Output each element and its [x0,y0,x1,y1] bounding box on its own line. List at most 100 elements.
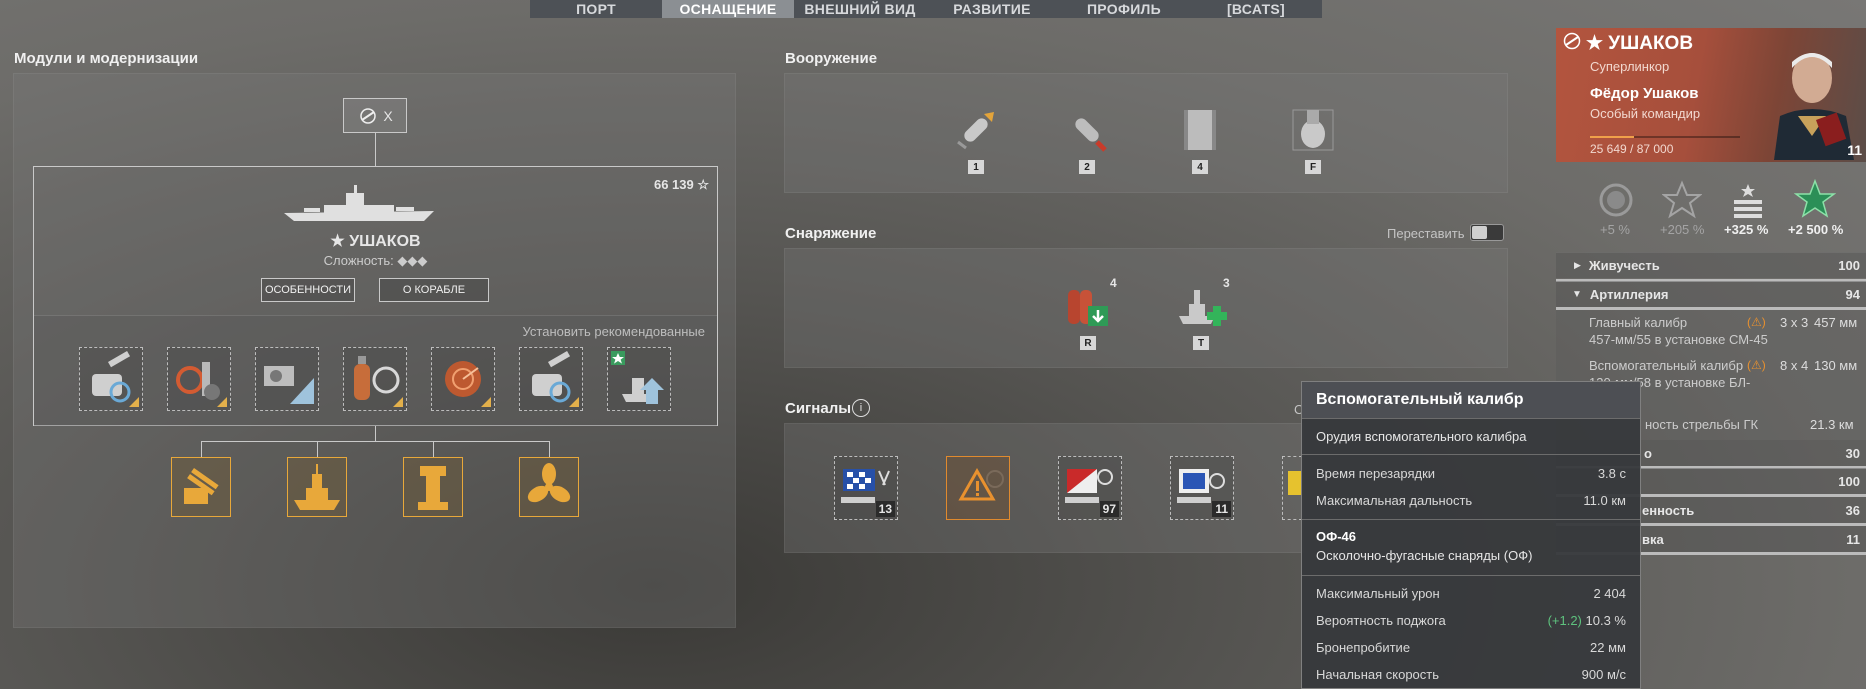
upgrade-slot-3[interactable] [255,347,319,411]
range-label: ность стрельбы ГК [1645,417,1759,432]
consumable-repair-party[interactable]: 3 T [1175,276,1230,350]
upgrade-slot-4[interactable] [343,347,407,411]
tooltip-row-fire: Вероятность поджога (+1.2) 10.3 % [1316,613,1626,628]
ship-class: Суперлинкор [1590,59,1670,74]
commander-xp-fill [1590,136,1635,138]
tier-label: X [383,107,393,124]
tree-connector [433,441,434,457]
signal-warning-icon [958,467,1004,501]
tier-box: X [343,98,407,133]
commander-name: Фёдор Ушаков [1590,85,1699,102]
shell-ap-icon [1075,118,1107,152]
armament-panel [784,73,1508,193]
armament-badge: 2 [1079,160,1095,174]
main-caliber-config: 3 х 3 [1780,315,1809,330]
signal-slot-4[interactable]: 11 [1170,456,1234,520]
tab-equipment[interactable]: ОСНАЩЕНИЕ [662,0,794,18]
upgrade-slot-5[interactable] [431,347,495,411]
armament-he-shell[interactable]: 1 [950,104,1002,174]
difficulty-marks: ◆◆◆ [397,253,428,268]
features-button[interactable]: ОСОБЕННОСТИ [261,278,355,302]
signals-title: Сигналы [785,400,852,417]
damage-control-consumable-icon [1068,290,1108,326]
armament-badge: 1 [968,160,984,174]
tree-connector [375,133,376,166]
commander-xp-icon [1734,184,1762,218]
upgrade-slot-6[interactable] [519,347,583,411]
info-icon[interactable]: i [852,399,870,417]
consumables-panel [784,248,1508,368]
star-green-icon [1794,178,1836,218]
secondary-caliber-config: 8 х 4 [1780,358,1809,373]
armament-ap-shell[interactable]: 2 [1061,104,1113,174]
captain-panel[interactable]: ★ УШАКОВ Суперлинкор Фёдор Ушаков Особый… [1556,28,1866,162]
stat-value: 36 [1845,502,1860,518]
tooltip-row-velocity: Начальная скорость 900 м/с [1316,667,1626,682]
guns-module-icon [184,468,219,504]
tree-connector [375,426,376,441]
signal-slot-3[interactable]: 97 [1058,456,1122,520]
tab-clan[interactable]: [ВСАТS] [1190,0,1322,18]
tooltip-row-range: Максимальная дальность 11.0 км [1316,493,1626,508]
fire-bonus: (+1.2) [1547,613,1582,628]
tooltip-title: Вспомогательный калибр [1316,391,1524,408]
tab-development[interactable]: РАЗВИТИЕ [926,0,1058,18]
stat-value: 100 [1838,473,1860,489]
bonus-commander-xp: +325 % [1724,222,1769,237]
top-nav: ПОРТ ОСНАЩЕНИЕ ВНЕШНИЙ ВИД РАЗВИТИЕ ПРОФ… [530,0,1322,18]
commander-xp: 25 649 / 87 000 [1590,142,1674,156]
armament-badge: F [1305,160,1321,174]
stat-label: Живучесть [1588,258,1660,273]
hull-module-icon [294,464,340,510]
stat-artillery[interactable]: ▼ Артиллерия 94 [1556,281,1866,307]
consumable-count: 4 [1110,276,1117,290]
upgrade-slot-2[interactable] [167,347,231,411]
tree-connector [549,441,550,457]
upgrade-slot-7[interactable] [607,347,671,411]
coin-bonus-icon [1599,183,1633,217]
signal-slot-1[interactable]: 13 [834,456,898,520]
stat-label: вка [1642,531,1664,547]
tree-connector [201,441,202,457]
stat-value: 11 [1846,531,1860,547]
stat-value: 30 [1845,445,1860,461]
tooltip-row-damage: Максимальный урон 2 404 [1316,586,1626,601]
stat-label: Артиллерия [1589,286,1669,302]
signal-slot-5[interactable] [1282,456,1302,520]
warning-icon: (⚠) [1747,315,1766,329]
stat-survivability[interactable]: ▶ Живучесть 100 [1556,252,1866,278]
bonus-free-xp: +2 500 % [1788,222,1844,237]
rearrange-toggle[interactable] [1470,224,1504,241]
module-guns[interactable] [171,457,231,517]
module-propulsion[interactable] [519,457,579,517]
secondary-caliber-tooltip: Вспомогательный калибр Орудия вспомогате… [1301,381,1641,689]
steering-gear-mod-icon [264,366,314,404]
tab-profile[interactable]: ПРОФИЛЬ [1058,0,1190,18]
install-recommended-link[interactable]: Установить рекомендованные [523,324,705,339]
secondary-caliber-label: Вспомогательный калибр [1589,358,1744,373]
main-caliber-size: 457 мм [1814,315,1858,330]
warning-icon: (⚠) [1747,358,1766,372]
stat-label: о [1644,445,1652,461]
armament-torpedoes[interactable]: 4 [1174,104,1226,174]
tab-appearance[interactable]: ВНЕШНИЙ ВИД [794,0,926,18]
module-fire-control[interactable] [403,457,463,517]
signal-count: 13 [875,501,895,517]
range-value: 21.3 км [1810,417,1854,432]
ship-xp: 66 139 ☆ [653,177,709,192]
armament-fighter[interactable]: F [1287,104,1339,174]
tooltip-row-reload: Время перезарядки 3.8 с [1316,466,1626,481]
module-hull[interactable] [287,457,347,517]
repair-party-consumable-icon [1179,290,1227,326]
armament-badge: 4 [1192,160,1208,174]
fire-control-module-icon [418,466,448,510]
upgrade-slot-1[interactable] [79,347,143,411]
signal-slot-2[interactable] [946,456,1010,520]
signal-count: 11 [1212,501,1231,517]
tab-port[interactable]: ПОРТ [530,0,662,18]
about-ship-button[interactable]: О КОРАБЛЕ [379,278,489,302]
consumable-damage-control[interactable]: 4 R [1062,276,1117,350]
tooltip-row-penetration: Бронепробитие 22 мм [1316,640,1626,655]
commander-xp-bar [1590,136,1740,138]
commander-type: Особый командир [1590,106,1701,121]
